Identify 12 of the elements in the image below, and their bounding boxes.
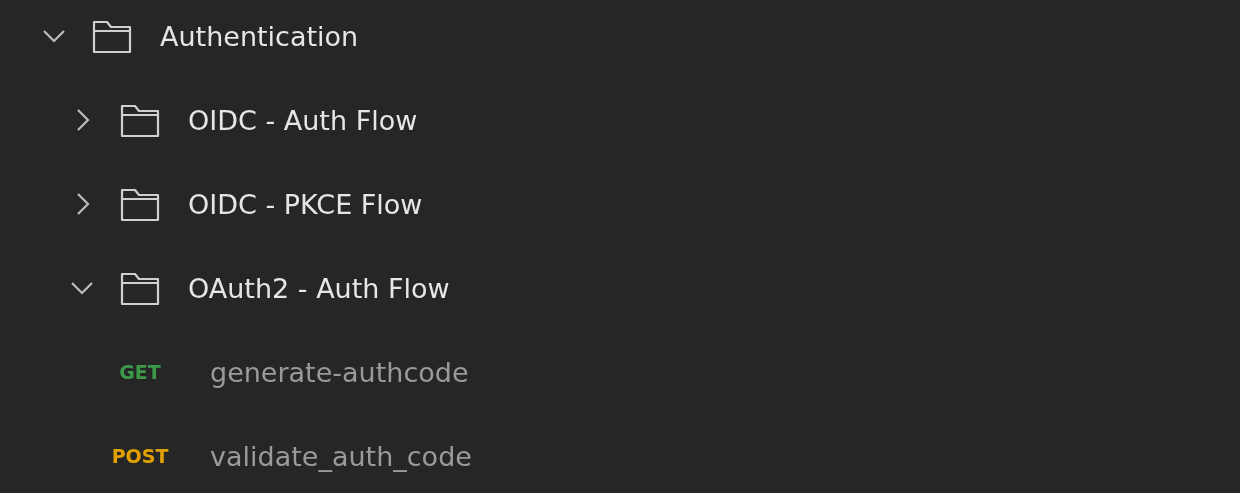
http-method: GET (119, 361, 161, 383)
folder-name[interactable]: OAuth2 - Auth Flow (188, 272, 450, 304)
http-method: POST (111, 445, 169, 467)
folder-icon (120, 270, 160, 306)
folder-name[interactable]: Authentication (160, 20, 359, 52)
folder-icon (120, 186, 160, 222)
request-name[interactable]: generate-authcode (210, 356, 469, 388)
folder-icon (92, 18, 132, 54)
folder-icon (120, 102, 160, 138)
folder-name[interactable]: OIDC - Auth Flow (188, 104, 418, 136)
request-name[interactable]: validate_auth_code (210, 440, 472, 472)
folder-name[interactable]: OIDC - PKCE Flow (188, 188, 423, 220)
